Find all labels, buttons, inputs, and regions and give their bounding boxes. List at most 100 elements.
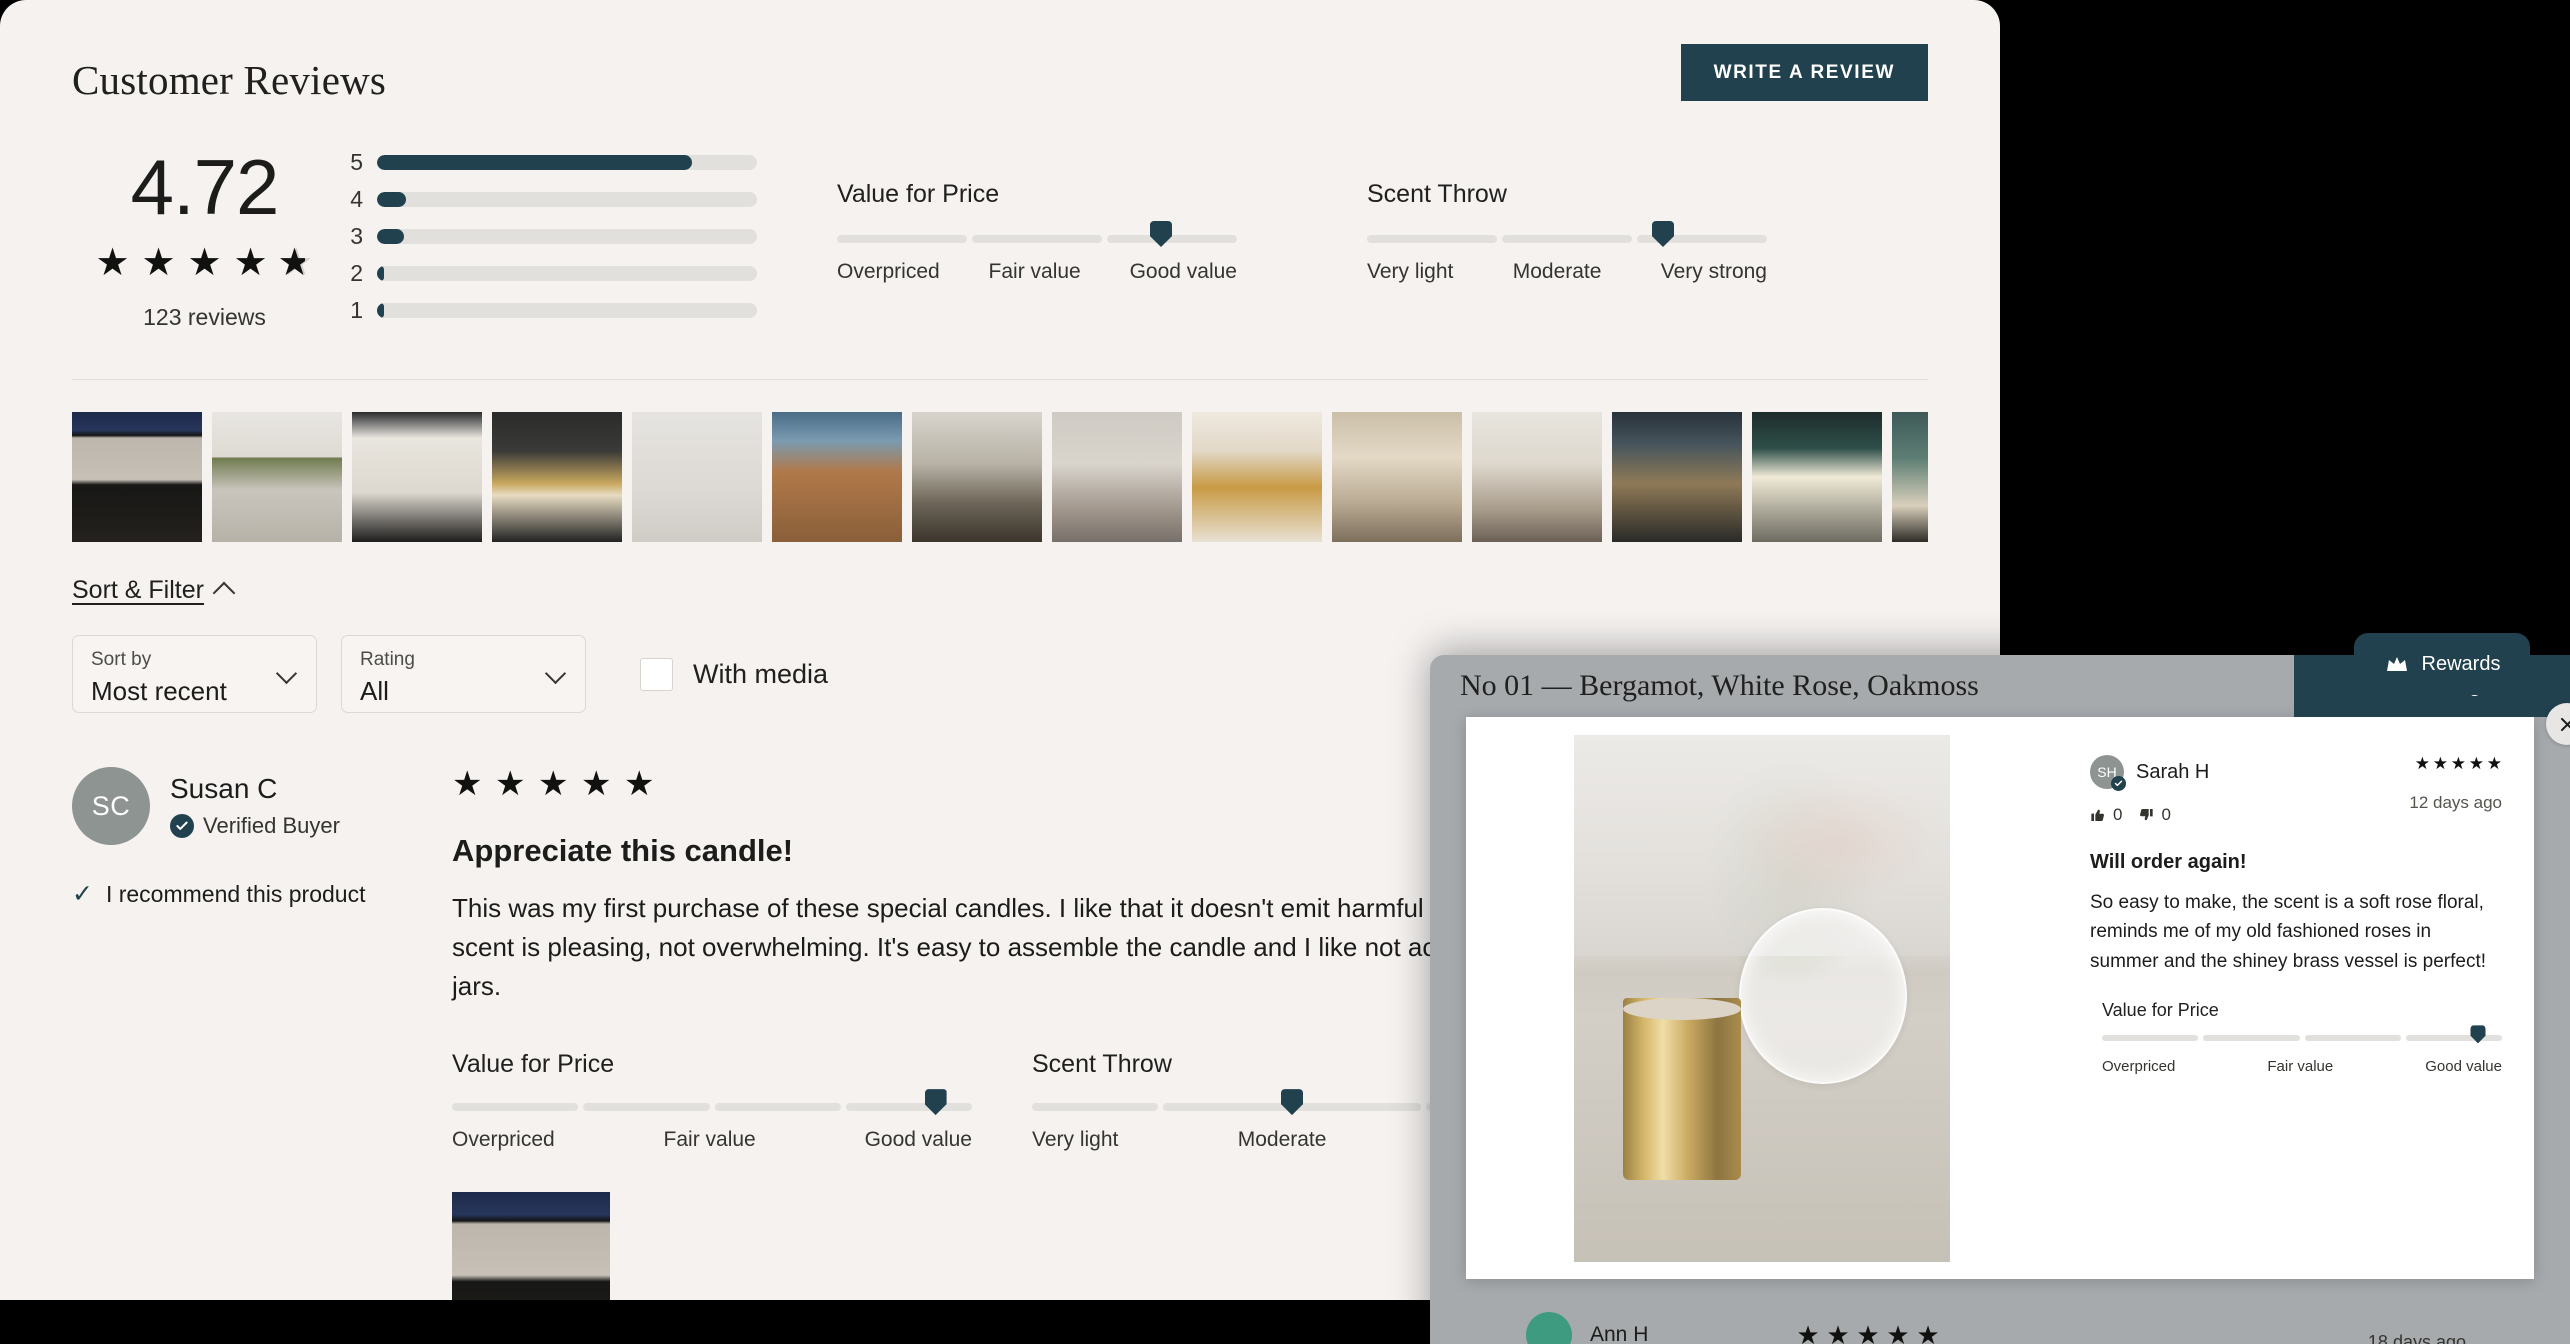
summary-attributes: Value for Price Overpriced Fair value Good … — [837, 140, 1767, 284]
chevron-up-icon — [212, 581, 236, 605]
modal-content: SH Sarah H 0 0 ★ ★ ★ ★ ★ ★ ★ ★ ★ ★ 12 da… — [1466, 717, 2534, 1279]
avatar: SH — [2090, 755, 2126, 791]
media-thumbnail[interactable] — [72, 412, 202, 543]
with-media-checkbox[interactable] — [640, 657, 673, 691]
media-thumbnail[interactable] — [632, 412, 762, 543]
rating-summary: 4.72 ★ ★ ★ ★ ★ ★ ★ ★ ★ ★ 123 reviews 54321 Value … — [72, 140, 1928, 331]
write-a-review-button[interactable]: WRITE A REVIEW — [1680, 44, 1928, 101]
histogram-track — [377, 229, 757, 244]
attribute-slider: Value for Price Overpriced Fair value Good … — [2102, 1000, 2502, 1075]
histogram-track — [377, 192, 757, 207]
next-review-stars: ★ ★ ★ ★ ★ ★ ★ ★ ★ ★ — [1796, 1322, 1942, 1344]
rating-histogram: 5 4 3 2 1 — [337, 140, 757, 329]
unhelpful-button[interactable]: 0 — [2138, 805, 2171, 825]
with-media-filter[interactable]: With media — [640, 657, 828, 691]
slider-track — [837, 221, 1237, 247]
review-lightbox-modal: No 01 — Bergamot, White Rose, Oakmoss $2… — [1430, 633, 2570, 1344]
star-icon: ★ ★ — [538, 767, 569, 802]
media-thumbnail[interactable] — [772, 412, 902, 543]
photo-vase — [1739, 908, 1908, 1085]
divider — [72, 379, 1928, 381]
slider-label: Fair value — [988, 260, 1081, 283]
slider-track — [1367, 221, 1767, 247]
slider-pin-marker — [1150, 221, 1172, 247]
star-icon: ★ ★ — [1856, 1322, 1880, 1344]
reviews-header: Customer Reviews WRITE A REVIEW — [72, 44, 1928, 104]
avatar: SC — [72, 767, 150, 846]
verified-check-icon — [2111, 776, 2126, 791]
slider-labels: Overpriced Fair value Good value — [452, 1128, 972, 1152]
sort-by-select[interactable]: Sort by Most recent — [72, 635, 317, 714]
star-icon: ★ ★ — [495, 767, 526, 802]
helpful-button[interactable]: 0 — [2090, 805, 2122, 825]
page-title: Customer Reviews — [72, 57, 387, 103]
attribute-name: Scent Throw — [1367, 180, 1507, 208]
verified-buyer-badge: Verified Buyer — [170, 813, 340, 839]
customer-media-strip — [72, 412, 1928, 543]
histogram-fill — [377, 303, 384, 318]
attribute-slider: Scent Throw Very light Moderate Very strong — [1367, 180, 1767, 284]
media-thumbnail[interactable] — [212, 412, 342, 543]
star-icon: ★ ★ — [2468, 755, 2484, 772]
modal-review-text: So easy to make, the scent is a soft ros… — [2090, 892, 2487, 972]
thumbs-up-icon — [2091, 809, 2104, 821]
histogram-row[interactable]: 4 — [337, 181, 757, 218]
media-thumbnail[interactable] — [912, 412, 1042, 543]
star-icon: ★ ★ — [141, 244, 176, 283]
slider-label: Very light — [1367, 260, 1454, 283]
slider-segment — [714, 1103, 841, 1112]
slider-label: Fair value — [2267, 1058, 2334, 1076]
photo-candle — [1622, 998, 1741, 1180]
histogram-row[interactable]: 1 — [337, 292, 757, 329]
star-icon: ★ ★ — [1826, 1322, 1850, 1344]
slider-labels: Overpriced Fair value Good value — [837, 260, 1237, 284]
histogram-row[interactable]: 5 — [337, 144, 757, 181]
media-thumbnail[interactable] — [1612, 412, 1742, 543]
histogram-track — [377, 155, 757, 170]
sort-by-value: Most recent — [91, 676, 227, 707]
modal-review-pane: SH Sarah H 0 0 ★ ★ ★ ★ ★ ★ ★ ★ ★ ★ 12 da… — [2058, 717, 2534, 1279]
modal-review-stars: ★ ★ ★ ★ ★ ★ ★ ★ ★ ★ — [2409, 755, 2502, 777]
rating-filter-select[interactable]: Rating All — [341, 635, 586, 714]
attribute-name: Value for Price — [837, 180, 1000, 208]
media-thumbnail[interactable] — [1052, 412, 1182, 543]
slider-label: Very light — [1032, 1128, 1119, 1152]
star-icon: ★ ★ — [624, 767, 655, 802]
histogram-fill — [377, 229, 404, 244]
slider-label: Overpriced — [452, 1128, 555, 1152]
star-icon: ★ ★ — [95, 244, 130, 283]
media-thumbnail[interactable] — [1752, 412, 1882, 543]
modal-reviewer-name: Sarah H — [2136, 760, 2210, 783]
media-thumbnail[interactable] — [492, 412, 622, 543]
media-thumbnail[interactable] — [1332, 412, 1462, 543]
media-thumbnail[interactable] — [1192, 412, 1322, 543]
histogram-row[interactable]: 3 — [337, 218, 757, 255]
star-icon: ★ ★ — [2450, 755, 2466, 772]
star-icon: ★ ★ — [452, 767, 483, 802]
slider-label: Good value — [1129, 260, 1237, 283]
slider-pin-marker — [924, 1089, 947, 1116]
modal-review-date: 12 days ago — [2409, 793, 2502, 812]
slider-label: Good value — [2425, 1058, 2502, 1076]
slider-segment — [2203, 1035, 2300, 1042]
histogram-star-label: 2 — [350, 260, 363, 286]
review-photo[interactable] — [452, 1192, 610, 1300]
sort-filter-toggle[interactable]: Sort & Filter — [72, 576, 236, 605]
histogram-fill — [377, 155, 693, 170]
media-thumbnail[interactable] — [1472, 412, 1602, 543]
star-icon: ★ ★ — [1886, 1322, 1910, 1344]
slider-label: Moderate — [1512, 260, 1602, 283]
next-review-peek: Ann H ★ ★ ★ ★ ★ ★ ★ ★ ★ ★ 18 days ago — [1430, 1282, 2570, 1344]
histogram-row[interactable]: 2 — [337, 255, 757, 292]
media-thumbnail[interactable] — [1892, 412, 1928, 543]
slider-segment — [972, 235, 1102, 243]
media-thumbnail[interactable] — [352, 412, 482, 543]
slider-label: Overpriced — [837, 260, 940, 283]
reviewer-block: SC Susan C Verified Buyer ✓ I recommend … — [72, 767, 452, 1300]
modal-review-attribute: Value for Price Overpriced Fair value Good … — [2090, 1000, 2502, 1075]
slider-labels: Overpriced Fair value Good value — [2102, 1058, 2502, 1075]
average-score-block: 4.72 ★ ★ ★ ★ ★ ★ ★ ★ ★ ★ 123 reviews — [72, 140, 337, 331]
rewards-button[interactable]: Rewards — [2354, 633, 2530, 695]
slider-segment — [1294, 1103, 1421, 1112]
slider-track — [2102, 1025, 2502, 1044]
